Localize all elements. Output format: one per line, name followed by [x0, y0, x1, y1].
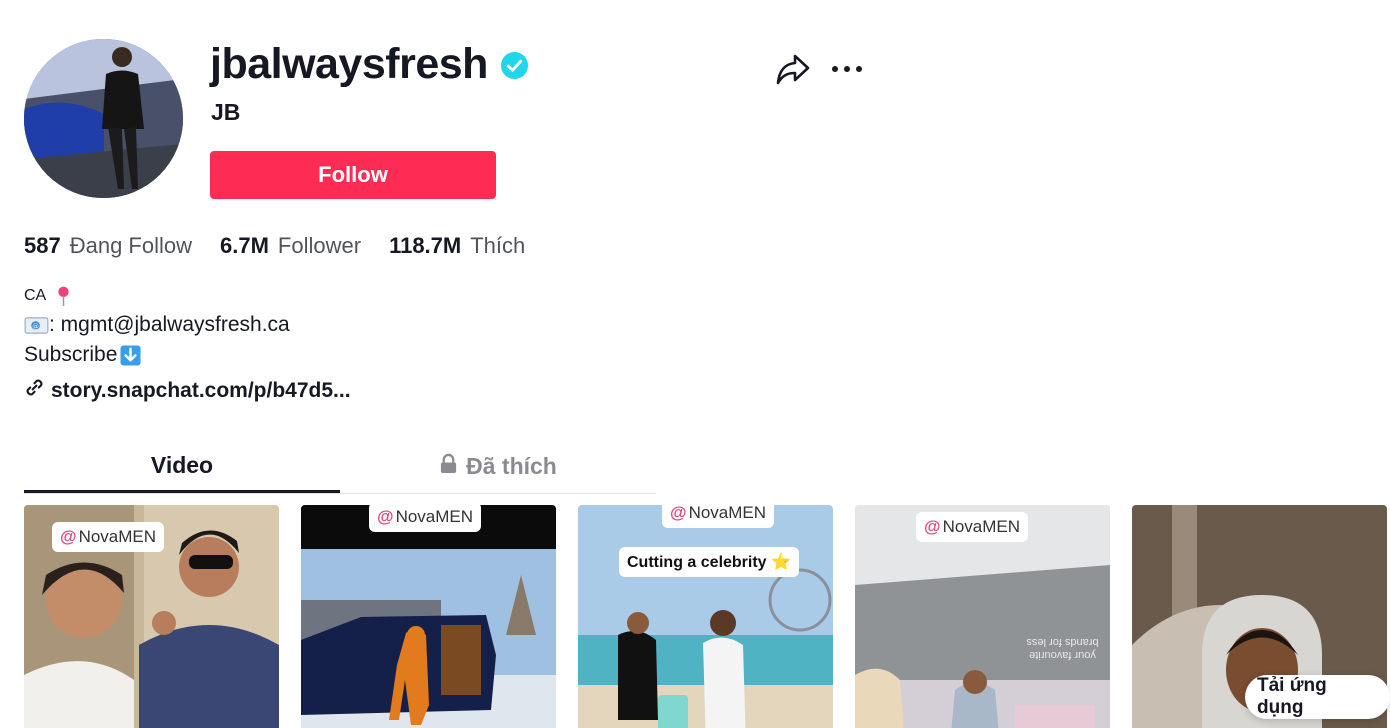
tag-text: NovaMEN [942, 517, 1021, 536]
email-icon: @ [24, 316, 49, 335]
video-card[interactable]: @ NovaMEN [24, 505, 279, 728]
tag-text: NovaMEN [688, 505, 767, 522]
stat-value: 6.7M [220, 233, 269, 258]
stat-likes: 118.7M Thích [389, 233, 525, 259]
video-thumbnail [578, 505, 833, 728]
video-watermark-tag: @ NovaMEN [662, 505, 775, 528]
video-grid: @ NovaMEN @ NovaMEN @ NovaMEN Cutting a … [24, 505, 1387, 728]
username: jbalwaysfresh [210, 40, 488, 88]
bio-location-line: CA [24, 282, 290, 310]
stat-label: Thích [470, 233, 526, 258]
profile-avatar [24, 39, 183, 198]
share-icon[interactable] [775, 52, 811, 86]
tab-liked[interactable]: Đã thích [340, 440, 656, 493]
video-caption: Cutting a celebrity ⭐ [619, 547, 799, 577]
tag-text: NovaMEN [395, 507, 474, 526]
video-card[interactable]: @ NovaMEN Cutting a celebrity ⭐ [578, 505, 833, 728]
pushpin-icon [56, 286, 71, 307]
stat-value: 118.7M [389, 233, 462, 258]
stat-followers[interactable]: 6.7M Follower [220, 233, 361, 259]
bio-link-text: story.snapchat.com/p/b47d5... [51, 378, 351, 402]
stat-label: Đang Follow [69, 233, 192, 258]
video-watermark-tag: @ NovaMEN [52, 522, 165, 552]
tag-at: @ [924, 517, 941, 536]
profile-bio: CA @ : mgmt@jbalwaysfresh.ca Subscribe [24, 282, 290, 370]
bio-email-line: @ : mgmt@jbalwaysfresh.ca [24, 310, 290, 340]
bio-location: CA [24, 287, 47, 304]
bio-email: : mgmt@jbalwaysfresh.ca [49, 313, 290, 336]
download-app-button[interactable]: Tải ứng dụng [1245, 675, 1390, 719]
bio-subscribe-line: Subscribe [24, 340, 290, 370]
tag-at: @ [60, 527, 77, 546]
video-watermark-tag: @ NovaMEN [369, 505, 482, 532]
video-card[interactable]: @ NovaMEN your favourite brands for less [855, 505, 1110, 728]
down-arrow-icon [120, 344, 141, 366]
bio-subscribe: Subscribe [24, 343, 118, 366]
profile-stats: 587 Đang Follow 6.7M Follower 118.7M Thí… [24, 233, 553, 259]
stat-value: 587 [24, 233, 61, 258]
profile-tabs: Video Đã thích [24, 440, 656, 494]
nickname: JB [211, 99, 241, 125]
tab-label: Đã thích [466, 453, 557, 479]
video-thumbnail [301, 505, 556, 728]
tag-at: @ [670, 505, 687, 522]
tab-video[interactable]: Video [24, 440, 340, 493]
more-options-icon[interactable] [830, 58, 864, 80]
tag-text: NovaMEN [78, 527, 157, 546]
stat-label: Follower [277, 233, 362, 258]
follow-button[interactable]: Follow [210, 151, 496, 199]
tag-at: @ [377, 507, 394, 526]
verified-check-icon [500, 51, 529, 80]
lock-icon [439, 453, 458, 480]
bio-link[interactable]: story.snapchat.com/p/b47d5... [24, 377, 351, 404]
username-row: jbalwaysfresh [210, 38, 529, 90]
video-watermark-tag: @ NovaMEN [916, 512, 1029, 542]
stat-following[interactable]: 587 Đang Follow [24, 233, 192, 259]
link-icon [24, 377, 45, 404]
store-sign-text: your favourite brands for less [1026, 636, 1099, 661]
tab-label: Video [150, 451, 214, 478]
svg-text:@: @ [32, 322, 39, 330]
video-card[interactable]: @ NovaMEN [301, 505, 556, 728]
